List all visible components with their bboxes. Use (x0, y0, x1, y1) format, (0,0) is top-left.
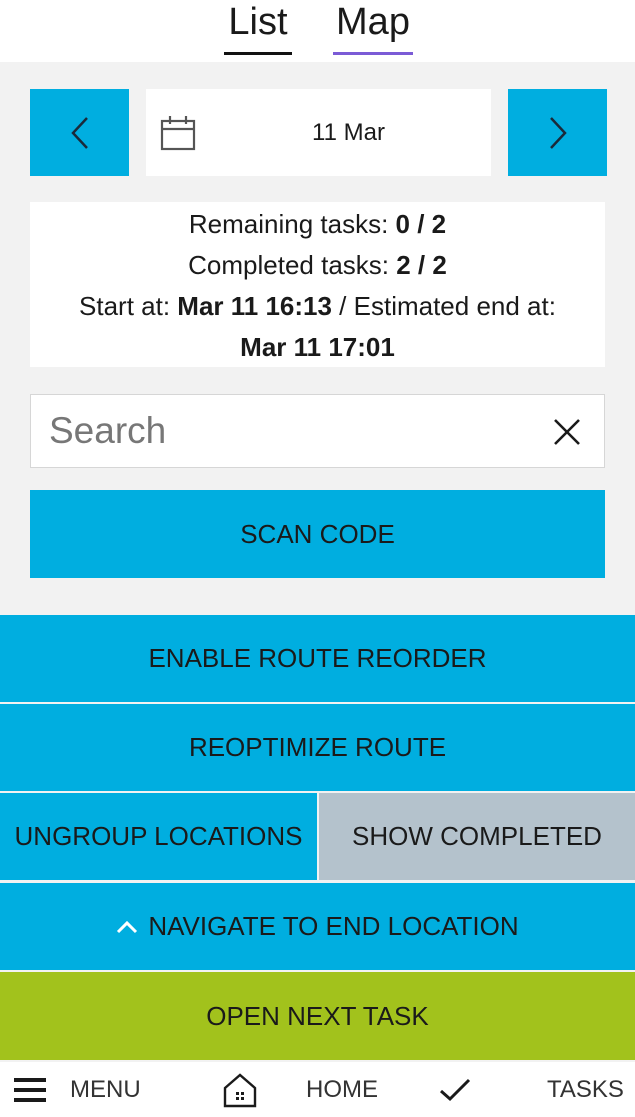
tab-list[interactable]: List (224, 0, 292, 58)
navigate-to-end-button[interactable]: NAVIGATE TO END LOCATION (0, 883, 635, 970)
tab-map[interactable]: Map (333, 0, 413, 58)
completed-tasks-label: Completed tasks: (188, 250, 397, 280)
navigate-to-end-label: NAVIGATE TO END LOCATION (148, 911, 519, 941)
bottom-nav: MENU HOME TASKS (0, 1062, 635, 1117)
remaining-tasks-line: Remaining tasks: 0 / 2 (30, 204, 605, 245)
view-tabs: List Map (0, 0, 635, 62)
schedule-line: Start at: Mar 11 16:13 / Estimated end a… (30, 286, 605, 327)
chevron-left-icon (70, 116, 88, 149)
route-summary: Remaining tasks: 0 / 2 Completed tasks: … (30, 202, 605, 367)
chevron-right-icon (549, 116, 567, 149)
end-label: / Estimated end at: (331, 291, 556, 321)
enable-route-reorder-button[interactable]: ENABLE ROUTE REORDER (0, 615, 635, 702)
reoptimize-route-button[interactable]: REOPTIMIZE ROUTE (0, 704, 635, 791)
scan-code-button[interactable]: SCAN CODE (30, 490, 605, 578)
tab-map-underline (333, 52, 413, 55)
completed-tasks-line: Completed tasks: 2 / 2 (30, 245, 605, 286)
next-day-button[interactable] (508, 89, 607, 176)
start-label: Start at: (79, 291, 178, 321)
nav-tasks-label: TASKS (547, 1075, 624, 1103)
nav-menu[interactable]: MENU (14, 1062, 141, 1117)
home-icon (223, 1072, 257, 1107)
search-box (30, 394, 605, 468)
search-input[interactable] (49, 405, 529, 457)
remaining-tasks-label: Remaining tasks: (188, 209, 396, 239)
end-line: Mar 11 17:01 (30, 327, 605, 368)
nav-tasks[interactable]: TASKS (439, 1062, 624, 1117)
hamburger-icon (14, 1077, 46, 1102)
ungroup-locations-button[interactable]: UNGROUP LOCATIONS (0, 793, 317, 880)
start-value: Mar 11 16:13 (177, 291, 332, 321)
remaining-tasks-value: 0 / 2 (395, 209, 447, 239)
show-completed-button[interactable]: SHOW COMPLETED (319, 793, 635, 880)
tab-map-label: Map (336, 1, 410, 43)
tab-list-underline (224, 52, 292, 55)
chevron-up-icon (116, 920, 138, 934)
previous-day-button[interactable] (30, 89, 129, 176)
end-value: Mar 11 17:01 (240, 332, 395, 362)
nav-home-label: HOME (306, 1075, 378, 1103)
close-icon[interactable] (552, 417, 582, 447)
nav-menu-label: MENU (70, 1075, 141, 1103)
open-next-task-button[interactable]: OPEN NEXT TASK (0, 972, 635, 1060)
completed-tasks-value: 2 / 2 (396, 250, 447, 280)
date-picker[interactable]: 11 Mar (146, 89, 491, 176)
tab-list-label: List (228, 1, 288, 43)
current-date: 11 Mar (312, 118, 385, 146)
checkmark-icon (440, 1078, 471, 1101)
nav-home[interactable]: HOME (222, 1062, 378, 1117)
app-root: List Map 11 Mar Remaining tasks: 0 / 2 C… (0, 0, 635, 1117)
